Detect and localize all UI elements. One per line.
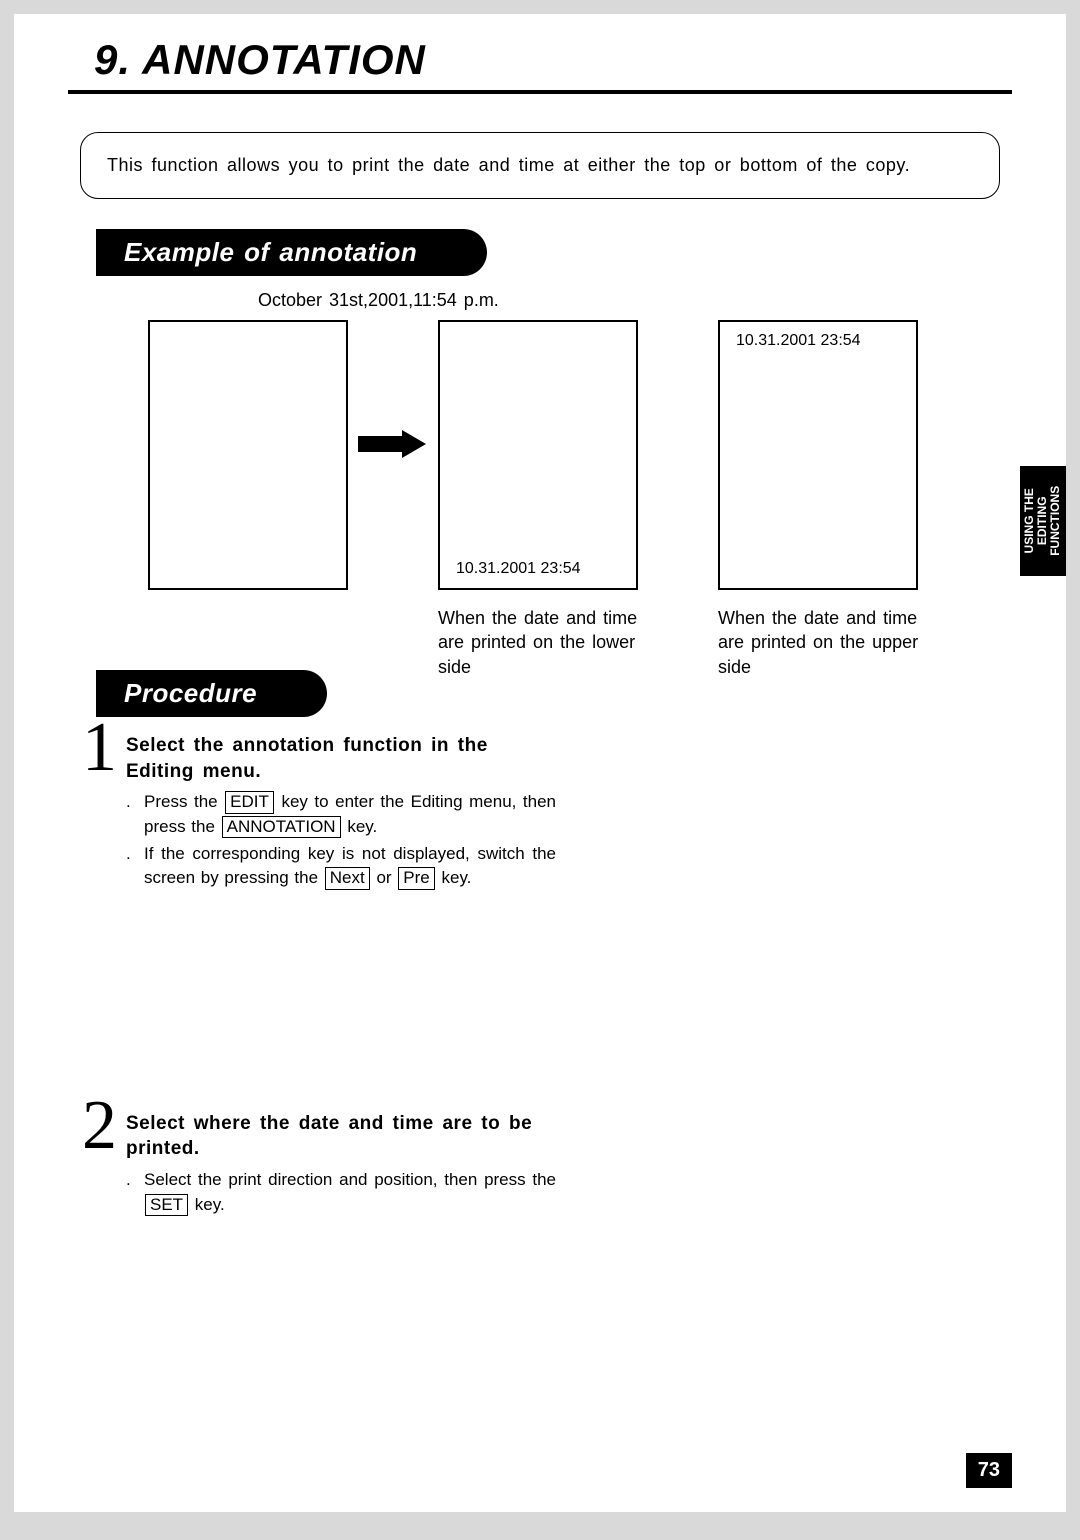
stamp-lower: 10.31.2001 23:54 — [456, 560, 581, 578]
example-original-page — [148, 320, 348, 590]
step-1-bullet-2: . If the corresponding key is not displa… — [126, 842, 556, 891]
set-key: SET — [145, 1194, 188, 1216]
step-1-number: 1 — [82, 713, 117, 783]
text: Select the print direction and position,… — [144, 1170, 556, 1189]
caption-lower: When the date and time are printed on th… — [438, 606, 648, 679]
next-key: Next — [325, 867, 370, 889]
step-1: 1 Select the annotation function in the … — [126, 733, 556, 891]
text: Press the — [144, 792, 224, 811]
annotation-key: ANNOTATION — [222, 816, 341, 838]
text: or — [371, 868, 398, 887]
page-number: 73 — [966, 1453, 1012, 1488]
text: key. — [342, 817, 378, 836]
chapter-side-tab: USING THE EDITING FUNCTIONS — [1020, 466, 1066, 576]
intro-box: This function allows you to print the da… — [80, 132, 1000, 199]
step-1-bullet-1: . Press the EDIT key to enter the Editin… — [126, 790, 556, 839]
pre-key: Pre — [398, 867, 434, 889]
example-date-label: October 31st,2001,11:54 p.m. — [258, 290, 499, 311]
step-2-title: Select where the date and time are to be… — [126, 1111, 556, 1162]
step-2: 2 Select where the date and time are to … — [126, 1111, 556, 1218]
page-title: 9. ANNOTATION — [94, 36, 1012, 84]
text: key. — [189, 1195, 225, 1214]
text: key. — [436, 868, 472, 887]
example-area: October 31st,2001,11:54 p.m. 10.31.2001 … — [68, 290, 1012, 670]
section-example-heading: Example of annotation — [96, 229, 487, 276]
stamp-upper: 10.31.2001 23:54 — [736, 332, 861, 350]
step-2-number: 2 — [82, 1091, 117, 1161]
caption-upper: When the date and time are printed on th… — [718, 606, 928, 679]
procedure-area: 1 Select the annotation function in the … — [68, 733, 1012, 1217]
section-procedure-heading: Procedure — [96, 670, 327, 717]
example-lower-annotation-page: 10.31.2001 23:54 — [438, 320, 638, 590]
step-2-bullet-1: . Select the print direction and positio… — [126, 1168, 556, 1217]
step-1-title: Select the annotation function in the Ed… — [126, 733, 556, 784]
side-tab-line-3: FUNCTIONS — [1050, 486, 1063, 556]
title-bar: 9. ANNOTATION — [68, 36, 1012, 94]
arrow-right-icon — [358, 430, 428, 458]
example-upper-annotation-page: 10.31.2001 23:54 — [718, 320, 918, 590]
edit-key: EDIT — [225, 791, 274, 813]
